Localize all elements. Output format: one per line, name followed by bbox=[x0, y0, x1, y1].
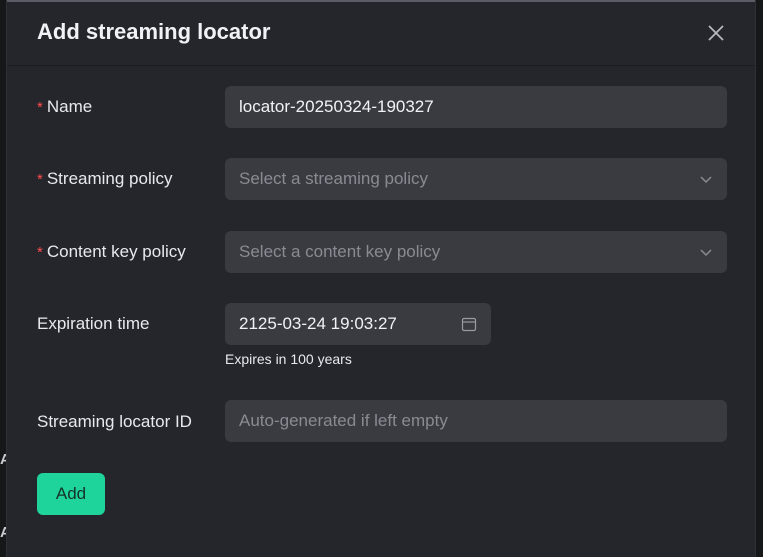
expiration-time-label: Expiration time bbox=[37, 314, 150, 333]
streaming-locator-id-label: Streaming locator ID bbox=[37, 412, 192, 431]
dialog-header: Add streaming locator bbox=[7, 0, 755, 66]
content-key-policy-select[interactable]: Select a content key policy bbox=[225, 231, 727, 273]
chevron-down-icon bbox=[700, 176, 712, 184]
expiration-time-value: 2125-03-24 19:03:27 bbox=[239, 314, 397, 333]
add-streaming-locator-dialog: Add streaming locator * Name locator-2025… bbox=[6, 0, 756, 557]
chevron-down-icon bbox=[700, 249, 712, 257]
close-icon[interactable] bbox=[705, 22, 727, 44]
streaming-policy-placeholder: Select a streaming policy bbox=[239, 169, 428, 188]
name-label: * Name bbox=[37, 97, 92, 117]
content-key-policy-label: * Content key policy bbox=[37, 242, 186, 262]
required-mark: * bbox=[37, 99, 43, 116]
expiration-time-picker[interactable]: 2125-03-24 19:03:27 bbox=[225, 303, 491, 345]
expiration-hint: Expires in 100 years bbox=[225, 351, 352, 367]
streaming-policy-select[interactable]: Select a streaming policy bbox=[225, 158, 727, 200]
dialog-title: Add streaming locator bbox=[37, 19, 271, 44]
content-key-policy-label-text: Content key policy bbox=[46, 242, 186, 261]
name-input[interactable]: locator-20250324-190327 bbox=[225, 86, 727, 128]
streaming-locator-id-input[interactable]: Auto-generated if left empty bbox=[225, 400, 727, 442]
required-mark: * bbox=[37, 171, 43, 188]
add-button[interactable]: Add bbox=[37, 473, 105, 515]
streaming-policy-label-text: Streaming policy bbox=[46, 169, 173, 188]
streaming-policy-label: * Streaming policy bbox=[37, 169, 173, 189]
required-mark: * bbox=[37, 244, 43, 261]
name-input-value: locator-20250324-190327 bbox=[239, 97, 434, 116]
streaming-locator-id-placeholder: Auto-generated if left empty bbox=[239, 411, 448, 430]
calendar-icon[interactable] bbox=[461, 316, 477, 332]
name-label-text: Name bbox=[46, 97, 93, 116]
content-key-policy-placeholder: Select a content key policy bbox=[239, 242, 441, 261]
